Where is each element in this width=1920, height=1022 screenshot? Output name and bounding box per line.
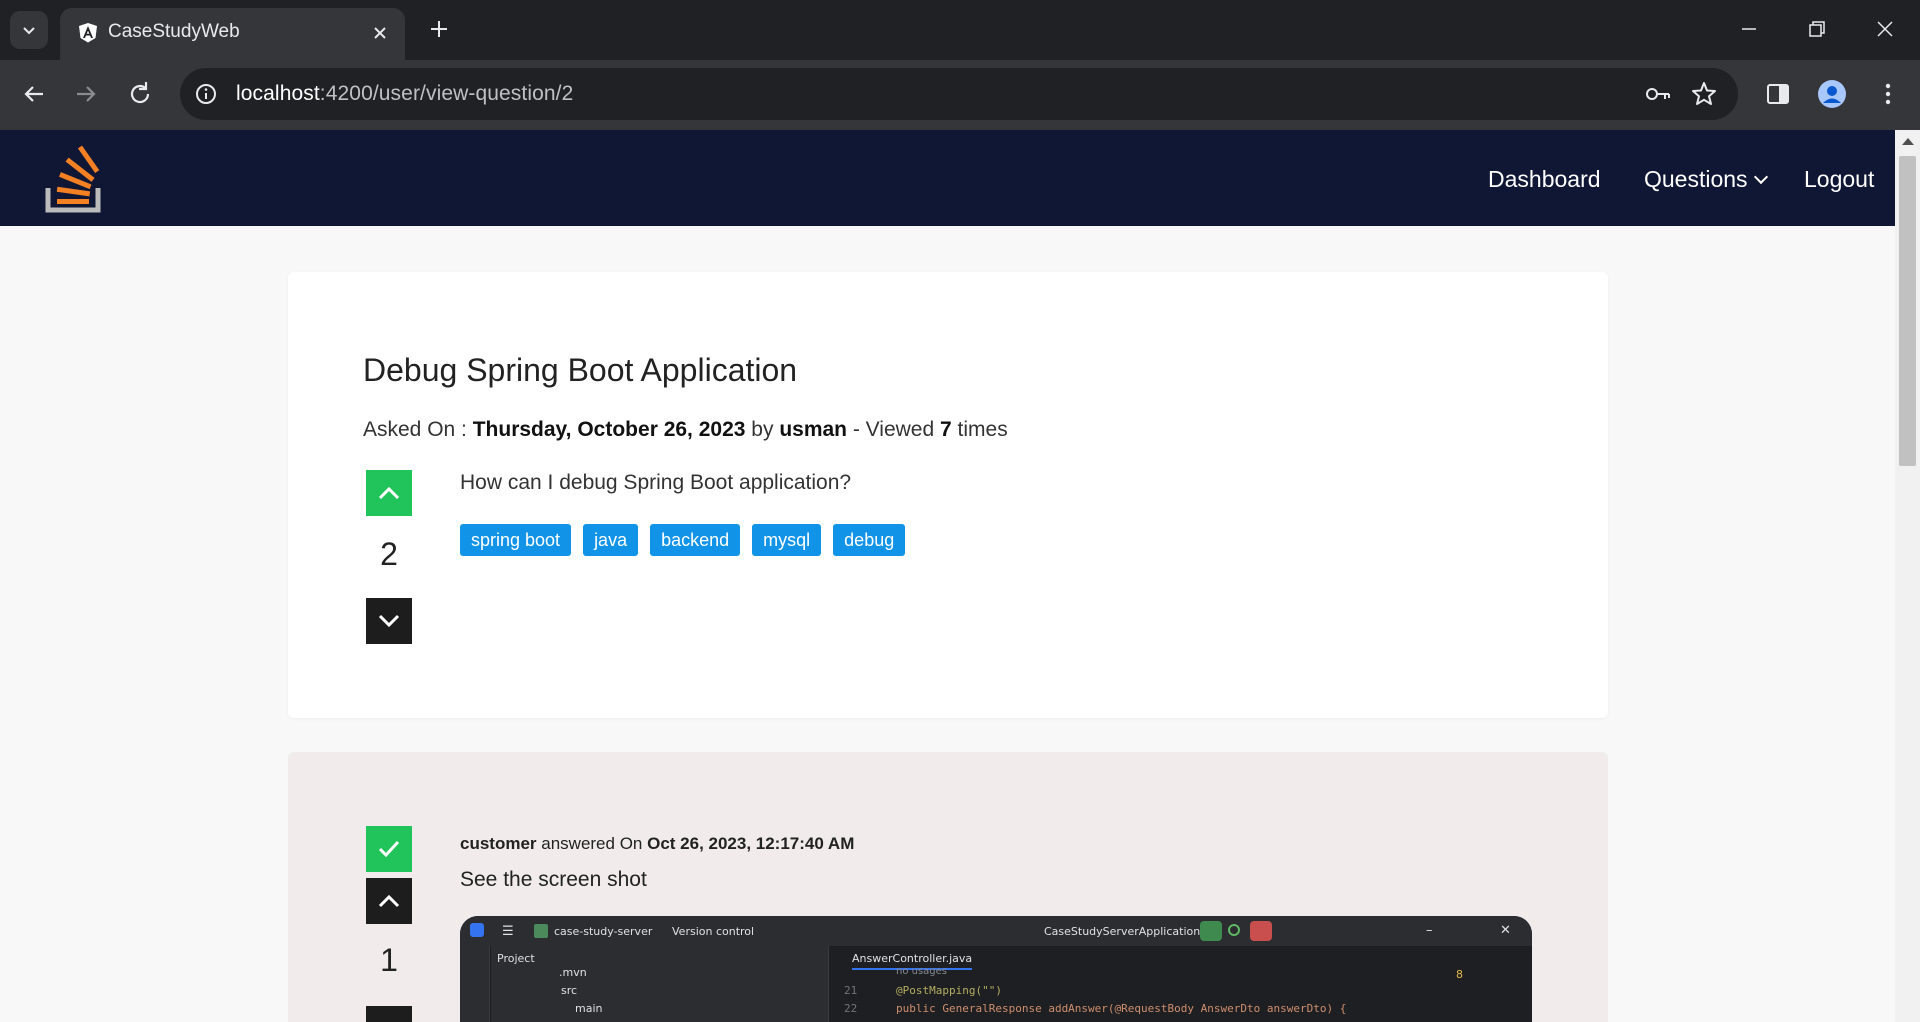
question-body: How can I debug Spring Boot application? — [460, 471, 852, 494]
tag-chip[interactable]: java — [583, 524, 639, 556]
nav-questions-dropdown[interactable]: Questions — [1644, 166, 1768, 193]
more-menu-icon[interactable] — [1872, 78, 1904, 110]
password-key-icon[interactable] — [1644, 81, 1672, 107]
viewed-label: - Viewed — [847, 418, 940, 441]
ide-menu-icon: ☰ — [502, 924, 514, 939]
restore-icon[interactable] — [1804, 16, 1830, 42]
ide-close-icon: ✕ — [1500, 923, 1511, 938]
new-tab-icon[interactable] — [426, 16, 452, 42]
ide-tree-item: .mvn — [559, 966, 587, 979]
ide-run-config: CaseStudyServerApplication — [1044, 925, 1201, 938]
asked-on-label: Asked On : — [363, 418, 473, 441]
ide-code-line: public GeneralResponse addAnswer(@Reques… — [896, 1002, 1347, 1015]
question-author: usman — [779, 418, 847, 441]
ide-project-name: case-study-server — [554, 925, 653, 938]
scrollbar-thumb[interactable] — [1899, 156, 1916, 466]
tag-chip[interactable]: debug — [833, 524, 906, 556]
question-downvote-button[interactable] — [366, 598, 412, 644]
chevron-up-icon — [378, 894, 400, 908]
ide-run-icon — [1200, 921, 1222, 941]
angular-favicon-icon — [79, 23, 97, 43]
tab-search-button[interactable] — [10, 11, 48, 49]
minimize-icon[interactable] — [1736, 16, 1762, 42]
ide-warning-count: 8 — [1456, 968, 1463, 981]
address-bar[interactable]: localhost:4200/user/view-question/2 — [180, 68, 1738, 120]
reload-icon[interactable] — [124, 78, 156, 110]
tag-chip[interactable]: backend — [650, 524, 741, 556]
nav-logout-link[interactable]: Logout — [1804, 166, 1874, 193]
view-count: 7 — [940, 418, 952, 441]
tag-chip[interactable]: spring boot — [460, 524, 572, 556]
answer-date: Oct 26, 2023, 12:17:40 AM — [647, 834, 855, 853]
nav-dashboard-link[interactable]: Dashboard — [1488, 166, 1601, 193]
url-text[interactable]: localhost:4200/user/view-question/2 — [236, 82, 573, 106]
stackoverflow-logo-icon[interactable] — [44, 144, 106, 214]
ide-vcs-label: Version control — [672, 925, 755, 938]
answer-screenshot-image: ☰ case-study-server Version control Case… — [460, 916, 1532, 1022]
tab-close-icon[interactable] — [369, 22, 391, 44]
tag-chip[interactable]: mysql — [752, 524, 822, 556]
back-arrow-icon[interactable] — [18, 78, 50, 110]
ide-tree-item: src — [561, 984, 578, 997]
url-host: localhost — [236, 82, 320, 105]
ide-project-label: Project — [497, 952, 535, 965]
question-meta: Asked On : Thursday, October 26, 2023 by… — [363, 418, 1008, 442]
url-path: :4200/user/view-question/2 — [319, 82, 574, 105]
question-card: Debug Spring Boot Application Asked On :… — [288, 272, 1608, 718]
page-viewport: Dashboard Questions Logout Debug Spring … — [0, 130, 1895, 1022]
ide-minimize-icon: – — [1426, 923, 1433, 938]
chevron-down-icon — [378, 614, 400, 628]
chevron-down-icon — [1753, 169, 1768, 185]
ide-project-badge — [534, 924, 548, 938]
question-upvote-button[interactable] — [366, 470, 412, 516]
by-label: by — [745, 418, 780, 441]
answer-card: 1 customer answered On Oct 26, 2023, 12:… — [288, 752, 1608, 1022]
ide-tree-item: main — [575, 1002, 603, 1015]
browser-toolbar: localhost:4200/user/view-question/2 — [0, 60, 1920, 130]
browser-tab[interactable]: CaseStudyWeb — [60, 8, 405, 60]
close-window-icon[interactable] — [1872, 16, 1898, 42]
question-title: Debug Spring Boot Application — [363, 352, 798, 388]
bookmark-star-icon[interactable] — [1690, 80, 1718, 108]
times-label: times — [951, 418, 1008, 441]
forward-arrow-icon[interactable] — [70, 78, 102, 110]
ide-debug-icon — [1228, 924, 1240, 936]
chevron-down-icon — [23, 27, 35, 35]
app-navbar: Dashboard Questions Logout — [0, 130, 1895, 226]
scroll-up-arrow-icon[interactable] — [1902, 138, 1914, 145]
browser-tabstrip: CaseStudyWeb — [0, 0, 1920, 60]
ide-editor: AnswerController.java 8 no usages 21 @Po… — [830, 946, 1532, 1022]
answered-label: answered On — [536, 834, 648, 853]
chevron-up-icon — [378, 486, 400, 500]
answer-meta: customer answered On Oct 26, 2023, 12:17… — [460, 834, 854, 854]
checkmark-icon — [378, 840, 400, 858]
question-date: Thursday, October 26, 2023 — [472, 418, 746, 441]
page-scrollbar[interactable] — [1895, 130, 1920, 1022]
accepted-answer-button[interactable] — [366, 826, 412, 872]
ide-line-number: 21 — [844, 984, 858, 997]
answer-upvote-button[interactable] — [366, 878, 412, 924]
ide-no-usages: no usages — [896, 966, 948, 977]
ide-project-panel: Project .mvn src main — [491, 946, 829, 1022]
side-panel-icon[interactable] — [1762, 78, 1794, 110]
tag-list: spring boot java backend mysql debug — [460, 524, 906, 556]
ide-tool-strip — [460, 946, 490, 1022]
ide-stop-icon — [1250, 921, 1272, 941]
tab-title: CaseStudyWeb — [108, 21, 240, 42]
site-info-icon[interactable] — [194, 82, 218, 106]
ide-logo-icon — [470, 923, 484, 937]
ide-line-number: 22 — [844, 1002, 858, 1015]
profile-avatar-icon[interactable] — [1816, 78, 1848, 110]
ide-title-bar: ☰ case-study-server Version control Case… — [460, 916, 1532, 946]
ide-code-line: @PostMapping("") — [896, 984, 1002, 997]
answer-downvote-button[interactable] — [366, 1006, 412, 1022]
answer-author: customer — [460, 834, 537, 853]
answer-vote-count: 1 — [380, 942, 398, 978]
answer-body: See the screen shot — [460, 868, 647, 891]
nav-questions-label: Questions — [1644, 166, 1748, 192]
question-vote-count: 2 — [380, 536, 398, 572]
